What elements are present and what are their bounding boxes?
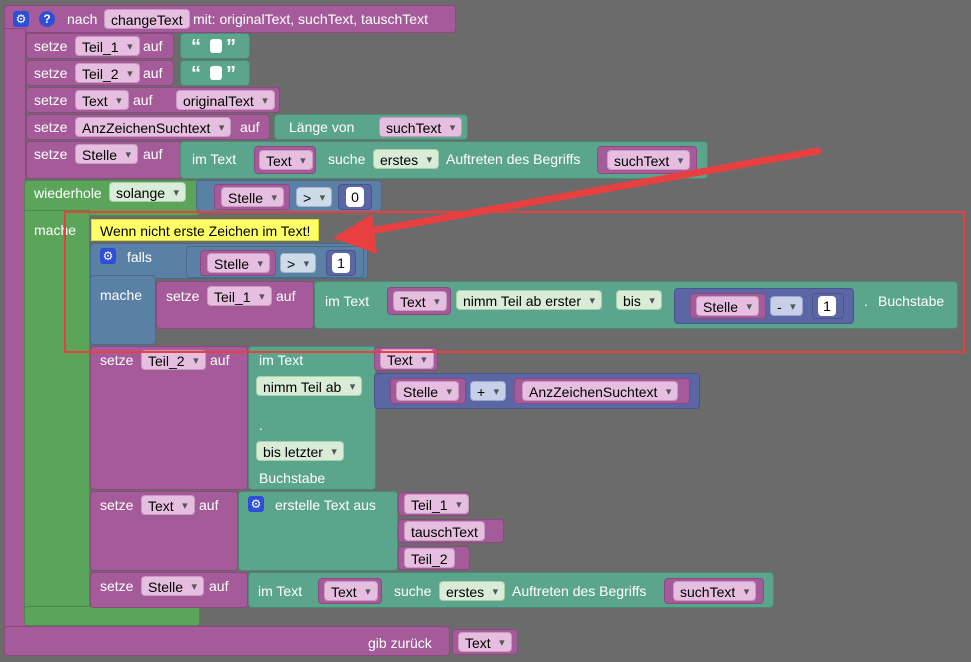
annotation-arrow [333,147,822,254]
